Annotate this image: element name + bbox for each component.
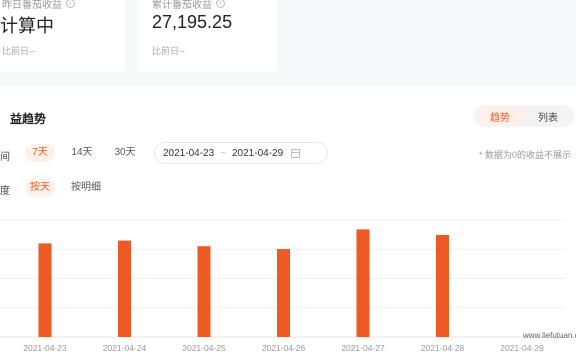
yesterday-earnings-value: 计算中 xyxy=(0,16,54,36)
bar[interactable] xyxy=(38,243,52,337)
total-earnings-card: 累计番茄收益 i 27,195.25 比前日-- xyxy=(137,0,277,72)
bar[interactable] xyxy=(356,229,370,337)
x-tick-label: 2021-04-25 xyxy=(182,343,226,353)
x-tick-label: 2021-04-24 xyxy=(103,343,147,353)
earnings-bar-chart: 2021-04-23 2021-04-24 2021-04-25 2021-04-26… xyxy=(0,219,565,353)
yesterday-earnings-label: 昨日番茄收益 xyxy=(2,0,62,11)
end-date: 2021-04-29 xyxy=(232,147,284,159)
x-tick-label: 2021-04-28 xyxy=(421,343,465,353)
dimension-row-label: 度 xyxy=(0,186,10,197)
range-7-days-chip[interactable]: 7天 xyxy=(25,144,55,162)
x-tick-label: 2021-04-26 xyxy=(262,343,306,353)
total-earnings-value: 27,195.25 xyxy=(152,12,233,32)
info-icon[interactable]: i xyxy=(216,0,225,8)
bar[interactable] xyxy=(436,234,449,337)
yesterday-earnings-card: 昨日番茄收益 i 计算中 比前日-- xyxy=(0,0,125,72)
date-range-picker[interactable]: 2021-04-23 ~ 2021-04-29 xyxy=(154,142,328,164)
range-14-days-chip[interactable]: 14天 xyxy=(66,144,98,162)
x-tick-label: 2021-04-29 xyxy=(500,343,544,353)
total-earnings-compare: 比前日-- xyxy=(152,46,185,56)
info-icon[interactable]: i xyxy=(66,0,75,8)
data-note: * 数据为0的收益不展示 xyxy=(479,150,572,160)
bar[interactable] xyxy=(197,246,211,337)
by-detail-chip[interactable]: 按明细 xyxy=(66,179,106,197)
bar[interactable] xyxy=(277,249,290,337)
bar[interactable] xyxy=(118,240,131,337)
x-tick-label: 2021-04-27 xyxy=(341,343,385,353)
start-date: 2021-04-23 xyxy=(163,147,215,159)
yesterday-earnings-compare: 比前日-- xyxy=(2,46,35,56)
section-title: 益趋势 xyxy=(10,112,47,126)
x-tick-label: 2021-04-23 xyxy=(23,343,67,353)
total-earnings-label: 累计番茄收益 xyxy=(152,0,212,11)
list-view-button[interactable]: 列表 xyxy=(524,107,572,125)
yesterday-earnings-label-row: 昨日番茄收益 i xyxy=(2,0,75,11)
by-day-chip[interactable]: 按天 xyxy=(25,179,55,197)
calendar-icon xyxy=(291,148,301,158)
date-separator: ~ xyxy=(220,147,226,159)
total-earnings-label-row: 累计番茄收益 i xyxy=(152,0,225,11)
time-row-label: 间 xyxy=(0,152,10,163)
view-toggle: 趋势 列表 xyxy=(474,105,574,127)
range-30-days-chip[interactable]: 30天 xyxy=(109,144,141,162)
watermark: www.liefutuan.com xyxy=(523,331,576,340)
trend-view-button[interactable]: 趋势 xyxy=(476,107,524,125)
